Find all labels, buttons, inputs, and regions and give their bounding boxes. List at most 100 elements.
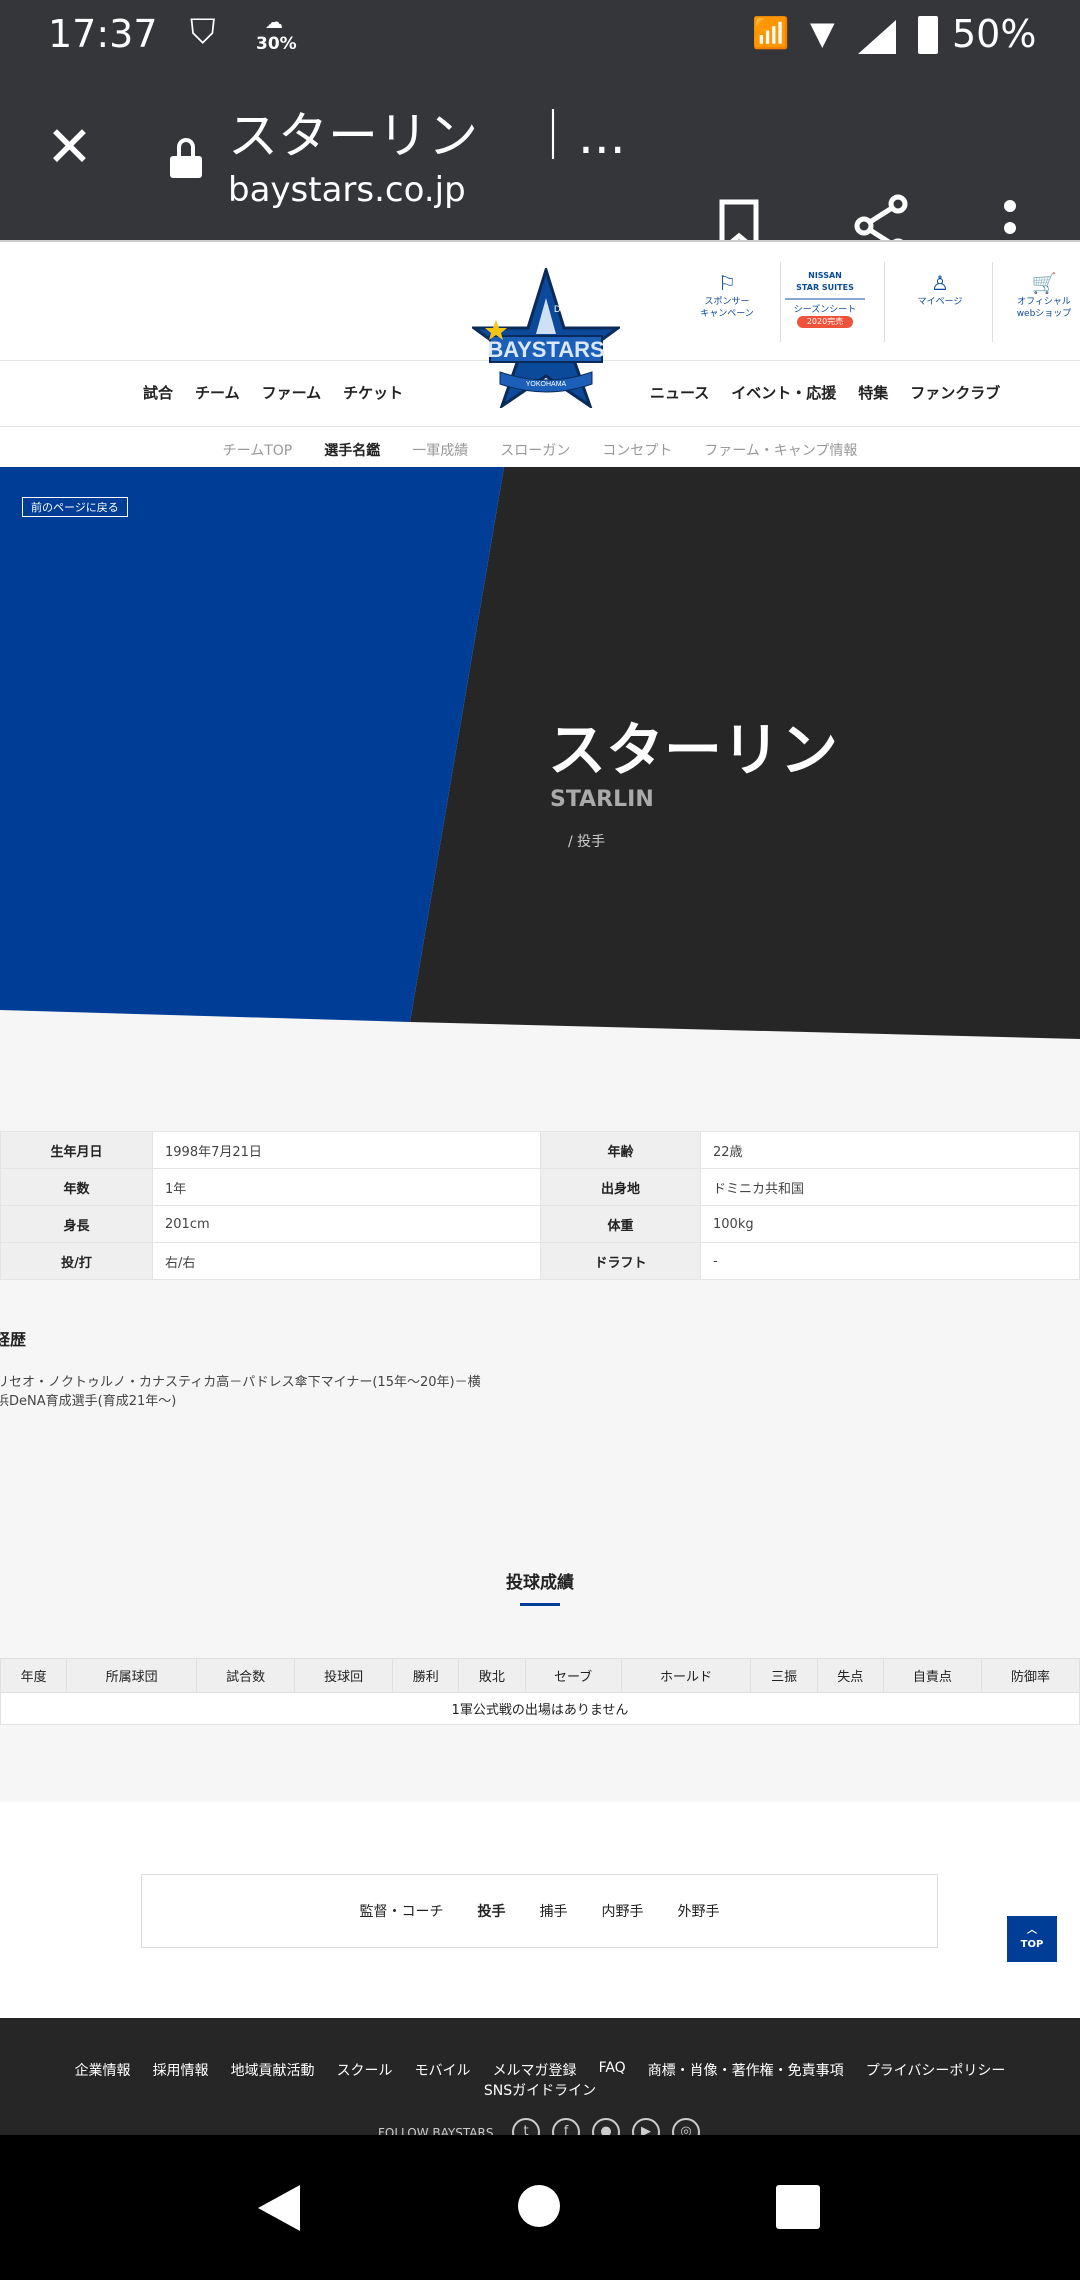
footer-link[interactable]: 企業情報 bbox=[75, 2060, 131, 2080]
nav-ticket[interactable]: チケット bbox=[343, 382, 403, 403]
svg-text:YOKOHAMA: YOKOHAMA bbox=[526, 381, 567, 388]
subnav-team-top[interactable]: チームTOP bbox=[223, 440, 293, 460]
pitching-title: 投球成績 bbox=[506, 1573, 574, 1593]
position-catcher[interactable]: 捕手 bbox=[540, 1901, 568, 1921]
pitching-table: 年度 所属球団 試合数 投球回 勝利 敗北 セーブ ホールド 三振 失点 自責点 防御率 1軍公式戦の… bbox=[0, 1658, 1080, 1725]
footer-link[interactable]: メルマガ登録 bbox=[493, 2060, 577, 2080]
table-row: 1軍公式戦の出場はありません bbox=[0, 1692, 1080, 1725]
cloud-icon: ☁ bbox=[265, 12, 283, 33]
title-underline bbox=[520, 1603, 560, 1606]
nav-farm[interactable]: ファーム bbox=[262, 382, 322, 403]
column-header: ホールド bbox=[620, 1658, 752, 1693]
webshop-link[interactable]: 🛒 オフィシャル webショップ bbox=[999, 270, 1080, 320]
footer-link[interactable]: FAQ bbox=[599, 2060, 626, 2080]
season-seat-link[interactable]: NISSAN STAR SUITES シーズンシート 2020完売 bbox=[775, 270, 875, 328]
player-name-en: STARLIN bbox=[550, 787, 654, 812]
svg-text:DeNA: DeNA bbox=[554, 304, 578, 314]
footer-link[interactable]: 商標・肖像・著作権・免責事項 bbox=[648, 2060, 844, 2080]
page-title[interactable]: スターリン ｜... bbox=[228, 96, 626, 168]
lock-icon bbox=[170, 138, 202, 178]
main-nav-left: 試合 チーム ファーム チケット bbox=[143, 382, 403, 403]
footer-link[interactable]: スクール bbox=[337, 2060, 393, 2080]
browser-toolbar: ✕ スターリン ｜... baystars.co.jp bbox=[0, 70, 1080, 258]
table-row: 身長 201cm 体重 100kg bbox=[0, 1205, 1080, 1243]
sold-out-badge: 2020完売 bbox=[797, 316, 853, 328]
mypage-link[interactable]: ♙ マイページ bbox=[895, 270, 985, 308]
back-icon[interactable] bbox=[256, 2183, 302, 2233]
nav-events[interactable]: イベント・応援 bbox=[731, 382, 836, 403]
nav-fanclub[interactable]: ファンクラブ bbox=[910, 382, 1000, 403]
hero-background bbox=[0, 467, 1080, 1039]
sub-nav: チームTOP 選手名鑑 一軍成績 スローガン コンセプト ファーム・キャンプ情報 bbox=[0, 440, 1080, 460]
wifi-icon: ▼ bbox=[810, 14, 835, 52]
back-to-top-button[interactable]: ︿ TOP bbox=[1007, 1916, 1057, 1962]
recents-icon[interactable] bbox=[776, 2185, 820, 2229]
nav-games[interactable]: 試合 bbox=[143, 382, 173, 403]
position-pitcher[interactable]: 投手 bbox=[478, 1901, 506, 1921]
nav-team[interactable]: チーム bbox=[195, 382, 240, 403]
nfc-icon: 📶 bbox=[752, 16, 790, 51]
table-row: 投/打 右/右 ドラフト - bbox=[0, 1242, 1080, 1280]
footer-link[interactable]: モバイル bbox=[415, 2060, 471, 2080]
position-coach[interactable]: 監督・コーチ bbox=[360, 1901, 444, 1921]
column-header: 失点 bbox=[816, 1658, 884, 1693]
column-header: 三振 bbox=[750, 1658, 818, 1693]
url[interactable]: baystars.co.jp bbox=[228, 170, 466, 210]
status-bar: 17:37 ⛉ 30% ☁ 📶 ▼ 50% bbox=[0, 0, 1080, 70]
position-outfielder[interactable]: 外野手 bbox=[678, 1901, 720, 1921]
footer-link-sns-guideline[interactable]: SNSガイドライン bbox=[0, 2080, 1080, 2100]
column-header: 敗北 bbox=[458, 1658, 526, 1693]
career-heading: 経歴 bbox=[0, 1330, 27, 1349]
column-header: セーブ bbox=[524, 1658, 622, 1693]
close-icon[interactable]: ✕ bbox=[46, 120, 93, 176]
main-nav-right: ニュース イベント・応援 特集 ファンクラブ bbox=[650, 382, 1000, 403]
player-hero: 前のページに戻る スターリン STARLIN / 投手 bbox=[0, 467, 1080, 1047]
baystars-logo[interactable]: BAYSTARS YOKOHAMA DeNA bbox=[472, 268, 620, 408]
svg-text:BAYSTARS: BAYSTARS bbox=[487, 337, 604, 362]
subnav-slogan[interactable]: スローガン bbox=[500, 440, 570, 460]
home-icon[interactable] bbox=[518, 2185, 560, 2227]
player-name: スターリン bbox=[548, 716, 839, 784]
footer-link[interactable]: プライバシーポリシー bbox=[866, 2060, 1006, 2080]
column-header: 自責点 bbox=[882, 1658, 982, 1693]
table-row: 生年月日 1998年7月21日 年齢 22歳 bbox=[0, 1131, 1080, 1169]
table-row: 年数 1年 出身地 ドミニカ共和国 bbox=[0, 1168, 1080, 1206]
column-header: 勝利 bbox=[392, 1658, 460, 1693]
footer-links: 企業情報 採用情報 地域貢献活動 スクール モバイル メルマガ登録 FAQ 商標・肖像・著作権… bbox=[30, 2060, 1050, 2080]
career-text: リセオ・ノクトゥルノ・カナスティカ高－パドレス傘下マイナー(15年～20年)－横… bbox=[0, 1375, 481, 1409]
user-icon: ♙ bbox=[931, 271, 949, 295]
flag-icon: ⚐ bbox=[718, 271, 736, 295]
subnav-concept[interactable]: コンセプト bbox=[602, 440, 672, 460]
column-header: 防御率 bbox=[980, 1658, 1080, 1693]
subnav-stats[interactable]: 一軍成績 bbox=[412, 440, 468, 460]
nav-features[interactable]: 特集 bbox=[858, 382, 888, 403]
player-position: / 投手 bbox=[568, 834, 606, 850]
back-button[interactable]: 前のページに戻る bbox=[22, 497, 128, 517]
table-header-row: 年度 所属球団 試合数 投球回 勝利 敗北 セーブ ホールド 三振 失点 自責点 防御率 bbox=[0, 1658, 1080, 1693]
signal-icon bbox=[858, 20, 896, 54]
footer-link[interactable]: 採用情報 bbox=[153, 2060, 209, 2080]
subnav-players[interactable]: 選手名鑑 bbox=[324, 440, 380, 460]
column-header: 試合数 bbox=[196, 1658, 296, 1693]
column-header: 投球回 bbox=[294, 1658, 394, 1693]
site-header: ⚐ スポンサー キャンペーン NISSAN STAR SUITES シーズンシート 2… bbox=[0, 240, 1080, 467]
sponsor-campaign-link[interactable]: ⚐ スポンサー キャンペーン bbox=[682, 270, 772, 320]
nav-news[interactable]: ニュース bbox=[650, 382, 709, 403]
position-infielder[interactable]: 内野手 bbox=[602, 1901, 644, 1921]
clock: 17:37 bbox=[48, 12, 158, 56]
profile-table: 生年月日 1998年7月21日 年齢 22歳 年数 1年 出身地 ドミニカ共和国 身長 201… bbox=[0, 1131, 1080, 1280]
subnav-camp[interactable]: ファーム・キャンプ情報 bbox=[704, 440, 857, 460]
weather: 30% bbox=[256, 34, 297, 54]
footer-link[interactable]: 地域貢献活動 bbox=[231, 2060, 315, 2080]
chevron-up-icon: ︿ bbox=[1027, 1925, 1037, 1936]
cart-icon: 🛒 bbox=[1031, 271, 1057, 295]
footer: 企業情報 採用情報 地域貢献活動 スクール モバイル メルマガ登録 FAQ 商標・肖像・著作権… bbox=[0, 2018, 1080, 2146]
position-section: 監督・コーチ 投手 捕手 内野手 外野手 ︿ TOP bbox=[0, 1802, 1080, 2018]
battery-icon bbox=[918, 16, 938, 54]
column-header: 所属球団 bbox=[66, 1658, 198, 1693]
column-header: 年度 bbox=[0, 1658, 68, 1693]
android-nav-bar bbox=[0, 2135, 1080, 2280]
position-nav: 監督・コーチ 投手 捕手 内野手 外野手 bbox=[141, 1874, 938, 1948]
shield-icon: ⛉ bbox=[190, 12, 216, 52]
battery-level: 50% bbox=[952, 12, 1037, 56]
